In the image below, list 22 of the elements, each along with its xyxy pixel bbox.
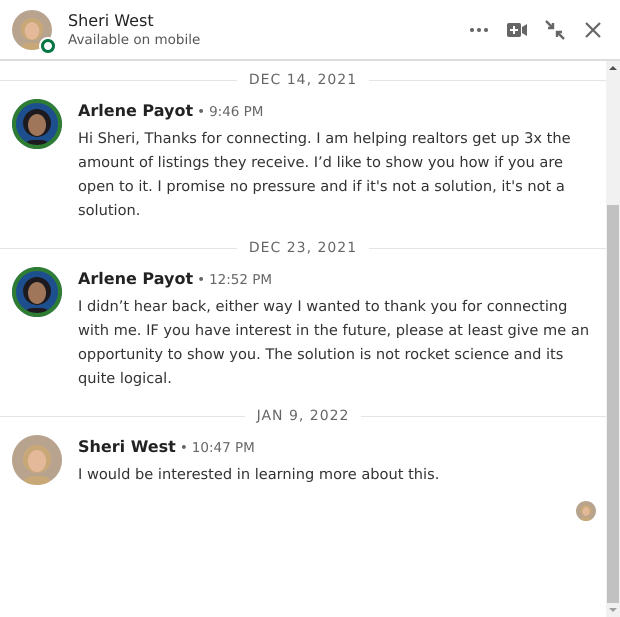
message-time: 9:46 PM bbox=[209, 103, 264, 122]
message-time: 10:47 PM bbox=[192, 439, 255, 458]
message-text: Hi Sheri, Thanks for connecting. I am helping realtors get up 3x the amount of listings they receive. I’d like to show you how if you are open to it. I promise no pressure and if it's not a solution, it's not a solution. bbox=[78, 129, 572, 221]
message-time: 12:52 PM bbox=[209, 271, 272, 290]
more-icon bbox=[470, 28, 488, 32]
message-text: I would be interested in learning more about this. bbox=[78, 465, 440, 485]
bullet-separator: • bbox=[197, 103, 206, 122]
sender-name[interactable]: Arlene Payot bbox=[78, 99, 194, 123]
video-call-icon bbox=[507, 22, 527, 36]
close-icon bbox=[585, 22, 601, 38]
scrollbar[interactable] bbox=[606, 61, 620, 617]
bullet-separator: • bbox=[180, 439, 188, 458]
contact-status: Available on mobile bbox=[68, 30, 202, 48]
date-divider: DEC 14, 2021 bbox=[248, 70, 358, 90]
message-text: I didn’t hear back, either way I wanted to thank you for connecting with me. IF you have interest in the future, please at least give me an opportunity to show you. The solution is not rocket science and its quite logical. bbox=[78, 297, 590, 389]
sender-name[interactable]: Sheri West bbox=[78, 435, 176, 459]
date-divider: JAN 9, 2022 bbox=[254, 406, 350, 426]
minimize-icon bbox=[545, 20, 565, 40]
sender-name[interactable]: Arlene Payot bbox=[78, 267, 194, 291]
bullet-separator: • bbox=[197, 271, 206, 290]
date-divider: DEC 23, 2021 bbox=[248, 238, 358, 258]
contact-name: Sheri West bbox=[68, 10, 155, 30]
